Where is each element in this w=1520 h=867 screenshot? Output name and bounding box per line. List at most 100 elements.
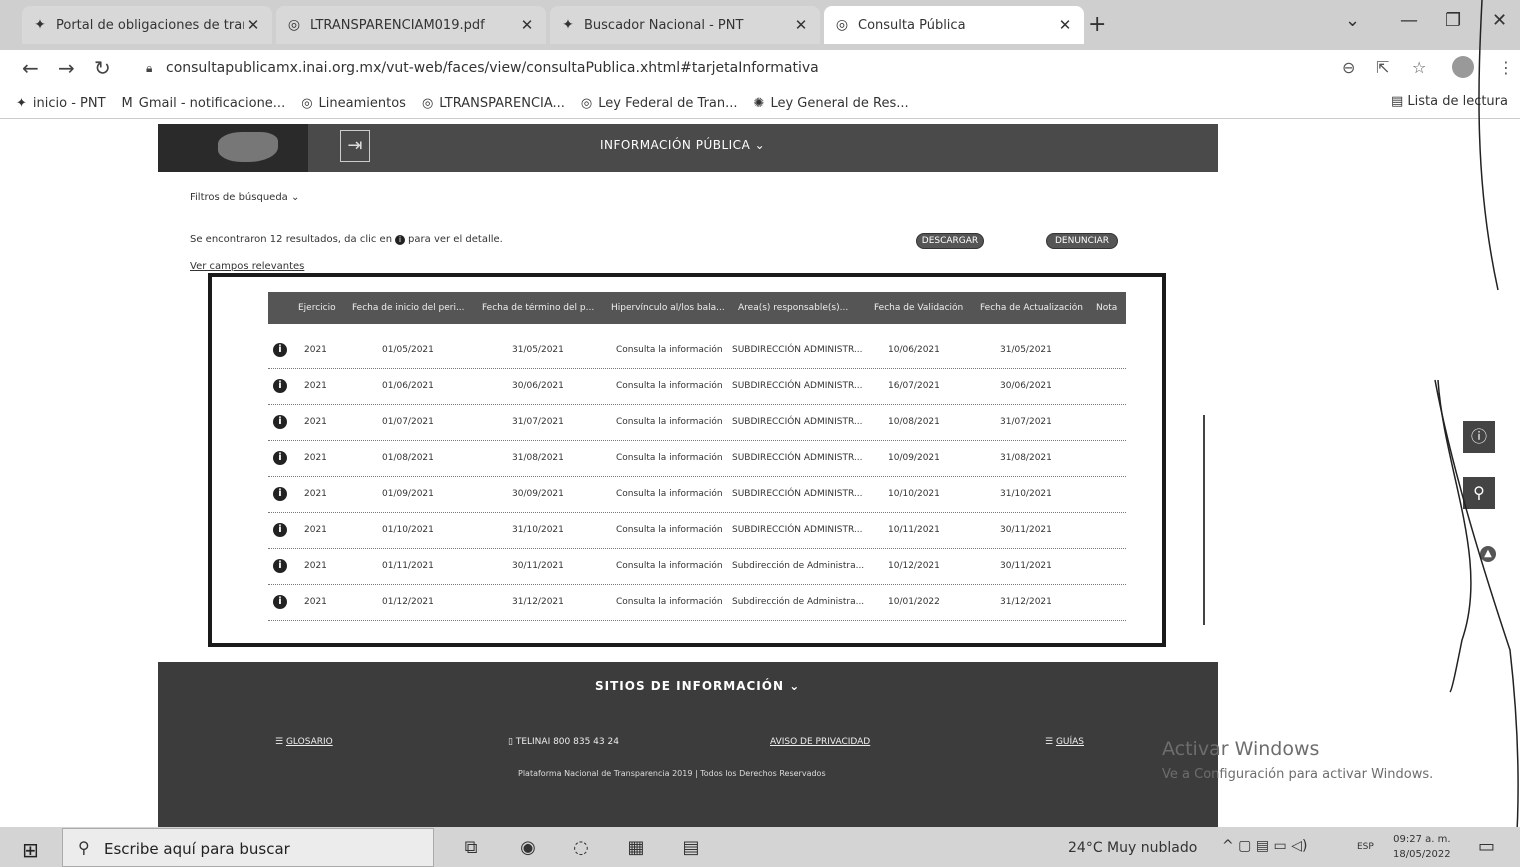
column-header[interactable]: Ejercicio bbox=[298, 303, 336, 313]
info-icon[interactable]: i bbox=[273, 559, 287, 573]
table-row[interactable]: i 2021 01/09/2021 30/09/2021 Consulta la inf… bbox=[268, 476, 1126, 513]
table-scrollbar[interactable] bbox=[1203, 415, 1205, 625]
privacy-link[interactable]: AVISO DE PRIVACIDAD bbox=[770, 737, 870, 747]
column-header[interactable]: Fecha de inicio del peri... bbox=[352, 303, 465, 313]
consulta-link[interactable]: Consulta la información bbox=[616, 381, 723, 391]
column-header[interactable]: Área(s) responsable(s)... bbox=[738, 303, 848, 313]
reload-icon[interactable]: ↻ bbox=[94, 56, 111, 80]
login-icon[interactable]: ⇥ bbox=[340, 130, 370, 162]
phone-link[interactable]: ▯ TELINAI 800 835 43 24 bbox=[508, 737, 619, 747]
table-row[interactable]: i 2021 01/05/2021 31/05/2021 Consulta la inf… bbox=[268, 332, 1126, 369]
table-cell: 10/01/2022 bbox=[888, 597, 940, 607]
new-tab-button[interactable]: + bbox=[1088, 12, 1106, 37]
consulta-link[interactable]: Consulta la información bbox=[616, 417, 723, 427]
table-cell: 16/07/2021 bbox=[888, 381, 940, 391]
info-icon[interactable]: i bbox=[273, 595, 287, 609]
table-row[interactable]: i 2021 01/08/2021 31/08/2021 Consulta la inf… bbox=[268, 440, 1126, 477]
guides-link[interactable]: ☰ GUÍAS bbox=[1045, 737, 1084, 747]
bookmark-label: Gmail - notificacione... bbox=[138, 95, 286, 111]
weather-widget[interactable]: 24°C Muy nublado bbox=[1068, 840, 1197, 856]
search-filters-toggle[interactable]: Filtros de búsqueda ⌄ bbox=[190, 192, 299, 203]
close-icon[interactable]: ✕ bbox=[1056, 16, 1074, 34]
table-cell: 01/10/2021 bbox=[382, 525, 434, 535]
system-tray[interactable]: ^ ▢ ▤ ▭ ◁) bbox=[1222, 838, 1307, 854]
column-header[interactable]: Hipervínculo al/los bala... bbox=[611, 303, 725, 313]
info-icon[interactable]: i bbox=[273, 451, 287, 465]
info-icon[interactable]: i bbox=[273, 523, 287, 537]
forward-icon[interactable]: → bbox=[58, 56, 75, 80]
task-view-icon[interactable]: ⧉ bbox=[455, 833, 487, 863]
table-row[interactable]: i 2021 01/12/2021 31/12/2021 Consulta la inf… bbox=[268, 584, 1126, 621]
download-button[interactable]: DESCARGAR bbox=[916, 233, 984, 249]
globe-icon: ◎ bbox=[421, 95, 434, 111]
globe-icon: ◎ bbox=[287, 17, 301, 33]
clock[interactable]: 09:27 a. m. 18/05/2022 bbox=[1393, 832, 1451, 862]
consulta-link[interactable]: Consulta la información bbox=[616, 597, 723, 607]
table-cell: 10/09/2021 bbox=[888, 453, 940, 463]
lock-icon[interactable]: 🔒︎ bbox=[146, 61, 152, 76]
column-header[interactable]: Fecha de Validación bbox=[874, 303, 963, 313]
table-row[interactable]: i 2021 01/07/2021 31/07/2021 Consulta la inf… bbox=[268, 404, 1126, 441]
minimize-icon[interactable]: — bbox=[1400, 10, 1418, 31]
bookmark-ley-general[interactable]: ✺ Ley General de Res... bbox=[754, 96, 909, 111]
bookmark-lineamientos[interactable]: ◎ Lineamientos bbox=[301, 96, 406, 111]
table-cell: 30/06/2021 bbox=[512, 381, 564, 391]
notifications-icon[interactable]: ▭ bbox=[1478, 836, 1495, 857]
glossary-link[interactable]: ☰ GLOSARIO bbox=[275, 737, 333, 747]
tab-label: Consulta Pública bbox=[858, 17, 966, 33]
table-cell: 2021 bbox=[304, 561, 327, 571]
tab-pdf[interactable]: ◎ LTRANSPARENCIAM019.pdf ✕ bbox=[276, 6, 546, 44]
footer-copyright: Plataforma Nacional de Transparencia 201… bbox=[518, 769, 826, 778]
table-cell: 30/11/2021 bbox=[512, 561, 564, 571]
windows-start-icon[interactable]: ⊞ bbox=[22, 838, 39, 862]
bookmark-gmail[interactable]: M Gmail - notificacione... bbox=[122, 96, 286, 111]
tab-search-icon[interactable]: ⌄ bbox=[1345, 10, 1360, 31]
consulta-link[interactable]: Consulta la información bbox=[616, 561, 723, 571]
gmail-icon: M bbox=[121, 95, 133, 111]
column-header[interactable]: Nota bbox=[1096, 303, 1117, 313]
bookmark-label: inicio - PNT bbox=[32, 95, 106, 111]
relevant-fields-link[interactable]: Ver campos relevantes bbox=[190, 261, 304, 272]
tab-consulta-publica[interactable]: ◎ Consulta Pública ✕ bbox=[824, 6, 1084, 44]
tab-buscador[interactable]: ✦ Buscador Nacional - PNT ✕ bbox=[550, 6, 820, 44]
consulta-link[interactable]: Consulta la información bbox=[616, 345, 723, 355]
info-icon[interactable]: i bbox=[273, 379, 287, 393]
table-row[interactable]: i 2021 01/06/2021 30/06/2021 Consulta la inf… bbox=[268, 368, 1126, 405]
info-icon[interactable]: i bbox=[273, 415, 287, 429]
bookmark-ley-federal[interactable]: ◎ Ley Federal de Tran... bbox=[581, 96, 738, 111]
word-icon[interactable]: ▤ bbox=[675, 833, 707, 863]
language-indicator[interactable]: ESP bbox=[1357, 842, 1374, 852]
consulta-link[interactable]: Consulta la información bbox=[616, 525, 723, 535]
column-header[interactable]: Fecha de término del p... bbox=[482, 303, 594, 313]
nav-label: INFORMACIÓN PÚBLICA bbox=[600, 138, 751, 152]
consulta-link[interactable]: Consulta la información bbox=[616, 489, 723, 499]
chevron-down-icon: ⌄ bbox=[789, 679, 801, 693]
share-icon[interactable]: ⇱ bbox=[1376, 58, 1389, 77]
nav-informacion-publica[interactable]: INFORMACIÓN PÚBLICA ⌄ bbox=[600, 138, 765, 152]
taskbar-search-placeholder: Escribe aquí para buscar bbox=[104, 840, 290, 858]
edge-icon[interactable]: ◌ bbox=[565, 833, 597, 863]
close-icon[interactable]: ✕ bbox=[244, 16, 262, 34]
excel-icon[interactable]: ▦ bbox=[620, 833, 652, 863]
info-icon[interactable]: i bbox=[273, 343, 287, 357]
close-icon[interactable]: ✕ bbox=[792, 16, 810, 34]
close-icon[interactable]: ✕ bbox=[518, 16, 536, 34]
chrome-icon[interactable]: ◉ bbox=[512, 833, 544, 863]
table-cell: 31/08/2021 bbox=[512, 453, 564, 463]
report-button[interactable]: DENUNCIAR bbox=[1046, 233, 1118, 249]
globe-icon: ◎ bbox=[301, 95, 313, 111]
zoom-icon[interactable]: ⊖ bbox=[1342, 58, 1355, 77]
consulta-link[interactable]: Consulta la información bbox=[616, 453, 723, 463]
column-header[interactable]: Fecha de Actualización bbox=[980, 303, 1083, 313]
filters-label: Filtros de búsqueda bbox=[190, 192, 288, 203]
back-icon[interactable]: ← bbox=[22, 56, 39, 80]
info-icon[interactable]: i bbox=[273, 487, 287, 501]
url-text[interactable]: consultapublicamx.inai.org.mx/vut-web/fa… bbox=[166, 60, 819, 76]
footer-sites-toggle[interactable]: SITIOS DE INFORMACIÓN ⌄ bbox=[595, 679, 800, 693]
bookmark-inicio-pnt[interactable]: ✦ inicio - PNT bbox=[16, 96, 106, 111]
table-row[interactable]: i 2021 01/10/2021 31/10/2021 Consulta la inf… bbox=[268, 512, 1126, 549]
table-cell: 10/12/2021 bbox=[888, 561, 940, 571]
bookmark-ltransparencia[interactable]: ◎ LTRANSPARENCIA... bbox=[422, 96, 565, 111]
tab-portal-obligaciones[interactable]: ✦ Portal de obligaciones de transp ✕ bbox=[22, 6, 272, 44]
table-row[interactable]: i 2021 01/11/2021 30/11/2021 Consulta la inf… bbox=[268, 548, 1126, 585]
